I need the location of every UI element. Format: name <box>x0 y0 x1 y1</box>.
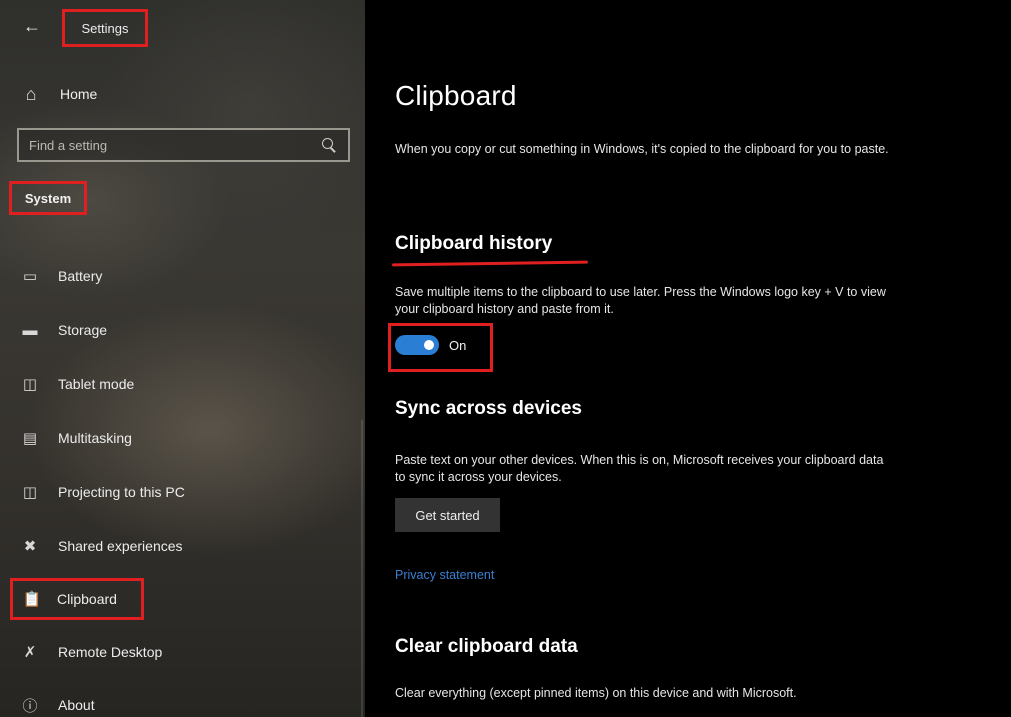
annotation-underline <box>391 260 589 267</box>
shared-experiences-icon: ✖ <box>23 538 37 555</box>
battery-icon: ▭ <box>22 268 38 285</box>
sidebar-item-multitasking[interactable]: ▤ Multitasking <box>16 420 346 456</box>
sidebar-item-label: Clipboard <box>57 591 117 607</box>
clipboard-icon: 📋 <box>22 591 42 608</box>
storage-icon: ▬ <box>22 321 38 339</box>
sidebar-item-label: Multitasking <box>58 430 132 446</box>
sidebar-item-clipboard[interactable]: 📋 Clipboard <box>10 578 144 620</box>
remote-desktop-icon: ✗ <box>23 644 37 661</box>
clipboard-history-description: Save multiple items to the clipboard to … <box>395 285 886 316</box>
search-input[interactable] <box>29 137 320 153</box>
sidebar-item-shared-experiences[interactable]: ✖ Shared experiences <box>16 528 346 564</box>
sidebar-item-label: Shared experiences <box>58 538 183 554</box>
clear-clipboard-heading: Clear clipboard data <box>395 636 578 657</box>
settings-sidebar: ← Settings ⌂ Home System ▭ Battery ▬ Sto… <box>0 0 365 717</box>
sidebar-item-remote-desktop[interactable]: ✗ Remote Desktop <box>16 634 346 670</box>
sidebar-item-about[interactable]: ⓘ About <box>16 687 346 717</box>
about-icon: ⓘ <box>22 697 38 715</box>
sidebar-item-tablet-mode[interactable]: ◫ Tablet mode <box>16 366 346 402</box>
sidebar-item-home[interactable]: ⌂ Home <box>16 78 346 110</box>
sidebar-scrollbar[interactable] <box>361 420 363 717</box>
content-pane: Clipboard When you copy or cut something… <box>365 0 1011 717</box>
title-bar: ← Settings <box>0 0 365 52</box>
sidebar-item-label: Battery <box>58 268 103 284</box>
search-icon[interactable] <box>320 136 338 154</box>
tablet-mode-icon: ◫ <box>22 376 38 393</box>
sidebar-item-projecting[interactable]: ◫ Projecting to this PC <box>16 474 346 510</box>
clear-clipboard-description: Clear everything (except pinned items) o… <box>395 686 797 700</box>
intro-text: When you copy or cut something in Window… <box>395 142 889 156</box>
projecting-icon: ◫ <box>22 484 38 501</box>
sidebar-item-label: Tablet mode <box>58 376 135 392</box>
search-box[interactable] <box>17 128 350 162</box>
section-label-system: System <box>9 181 87 215</box>
sidebar-item-label: Home <box>60 86 98 102</box>
privacy-statement-link[interactable]: Privacy statement <box>395 568 494 582</box>
app-title: Settings <box>62 9 148 47</box>
toggle-state-label: On <box>449 338 467 353</box>
clipboard-history-toggle[interactable] <box>395 335 439 355</box>
clipboard-history-heading: Clipboard history <box>395 233 553 254</box>
sync-description: Paste text on your other devices. When t… <box>395 453 884 484</box>
sidebar-item-label: Remote Desktop <box>58 644 163 660</box>
toggle-knob <box>424 340 434 350</box>
sidebar-item-storage[interactable]: ▬ Storage <box>16 312 346 348</box>
get-started-button[interactable]: Get started <box>395 498 500 532</box>
sidebar-item-label: Projecting to this PC <box>58 484 185 500</box>
sidebar-item-label: About <box>58 697 95 713</box>
back-button[interactable]: ← <box>20 14 44 38</box>
page-title: Clipboard <box>395 80 517 111</box>
home-icon: ⌂ <box>25 83 37 104</box>
sidebar-item-battery[interactable]: ▭ Battery <box>16 258 346 294</box>
back-arrow-icon: ← <box>23 16 41 36</box>
sidebar-item-label: Storage <box>58 322 108 338</box>
multitasking-icon: ▤ <box>22 430 38 447</box>
sync-heading: Sync across devices <box>395 398 582 419</box>
